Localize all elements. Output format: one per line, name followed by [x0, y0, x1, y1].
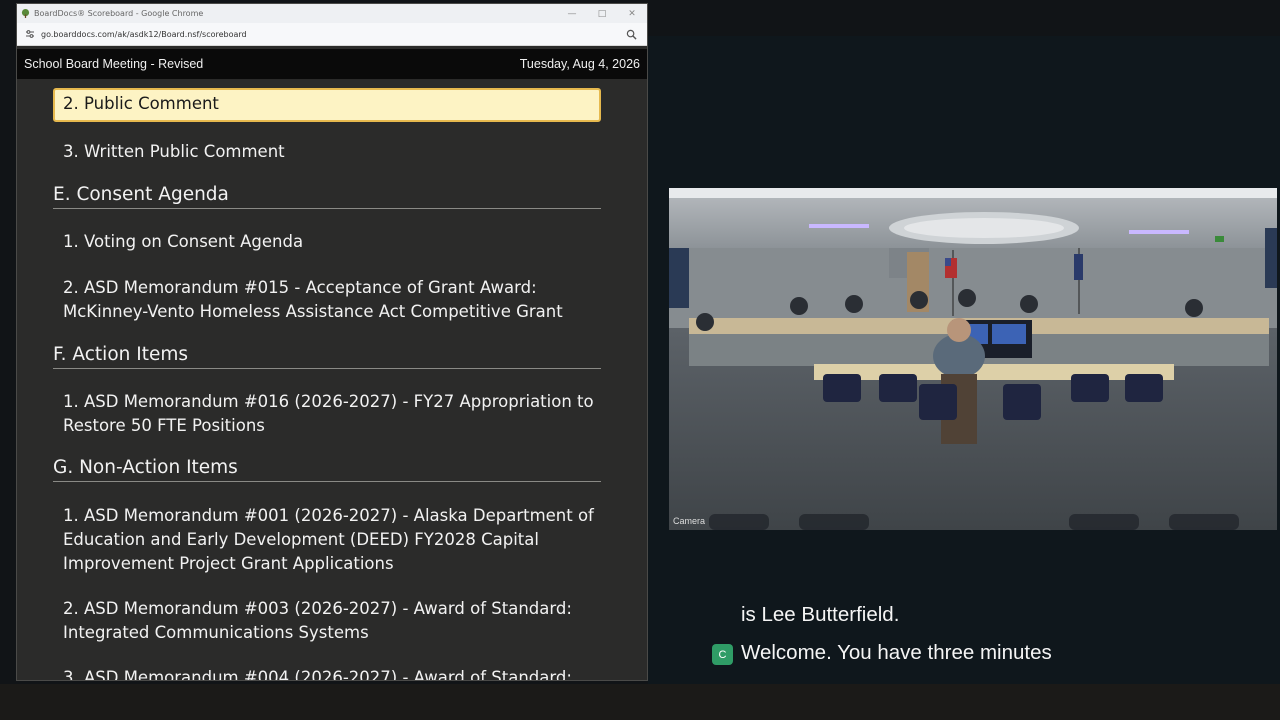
agenda-item-line: McKinney-Vento Homeless Assistance Act C…: [63, 302, 563, 321]
agenda-item-line: Education and Early Development (DEED) F…: [63, 530, 539, 549]
section-consent-agenda: E. Consent Agenda: [53, 184, 601, 209]
address-bar[interactable]: go.boarddocs.com/ak/asdk12/Board.nsf/sco…: [17, 23, 647, 46]
site-settings-icon[interactable]: [25, 29, 35, 39]
window-titlebar[interactable]: BoardDocs® Scoreboard - Google Chrome — …: [17, 4, 647, 23]
url-text[interactable]: go.boarddocs.com/ak/asdk12/Board.nsf/sco…: [41, 30, 626, 39]
agenda-item-memo-003[interactable]: 2. ASD Memorandum #003 (2026-2027) - Awa…: [63, 597, 572, 645]
close-icon[interactable]: ✕: [617, 9, 647, 19]
agenda-item-memo-016[interactable]: 1. ASD Memorandum #016 (2026-2027) - FY2…: [63, 390, 594, 438]
agenda-item-written-comment[interactable]: 3. Written Public Comment: [63, 140, 285, 164]
agenda-item-line: Integrated Communications Systems: [63, 623, 369, 642]
speaker-badge-icon: C: [712, 644, 733, 665]
meeting-date: Tuesday, Aug 4, 2026: [519, 57, 640, 71]
agenda-item-line: 1. ASD Memorandum #016 (2026-2027) - FY2…: [63, 392, 594, 411]
agenda-item-line: 2. ASD Memorandum #003 (2026-2027) - Awa…: [63, 599, 572, 618]
current-agenda-item-label: 2. Public Comment: [63, 94, 219, 113]
agenda-item-line: Improvement Project Grant Applications: [63, 554, 394, 573]
agenda-item-memo-015[interactable]: 2. ASD Memorandum #015 - Acceptance of G…: [63, 276, 563, 324]
camera-video-feed[interactable]: [669, 188, 1277, 530]
section-non-action-items: G. Non-Action Items: [53, 457, 601, 482]
minimize-icon[interactable]: —: [557, 9, 587, 19]
boarddocs-tree-icon: [21, 9, 30, 18]
current-agenda-item[interactable]: 2. Public Comment: [53, 88, 601, 122]
zoom-icon[interactable]: [626, 29, 637, 40]
agenda-item-line: 2. ASD Memorandum #015 - Acceptance of G…: [63, 278, 537, 297]
maximize-icon[interactable]: □: [587, 9, 617, 19]
boardroom-scene-image: [669, 188, 1277, 530]
window-title: BoardDocs® Scoreboard - Google Chrome: [34, 9, 204, 18]
agenda-item-memo-001[interactable]: 1. ASD Memorandum #001 (2026-2027) - Ala…: [63, 504, 594, 576]
agenda-list: 2. Public Comment 3. Written Public Comm…: [17, 79, 647, 680]
agenda-item-memo-004[interactable]: 3. ASD Memorandum #004 (2026-2027) - Awa…: [63, 666, 572, 680]
caption-line-1: is Lee Butterfield.: [741, 603, 900, 626]
agenda-item-voting-consent[interactable]: 1. Voting on Consent Agenda: [63, 230, 303, 254]
section-action-items: F. Action Items: [53, 344, 601, 369]
agenda-item-line: 1. ASD Memorandum #001 (2026-2027) - Ala…: [63, 506, 594, 525]
browser-window: BoardDocs® Scoreboard - Google Chrome — …: [16, 3, 648, 681]
bottom-band: [0, 684, 1280, 720]
caption-line-2: Welcome. You have three minutes: [741, 641, 1052, 664]
meeting-title: School Board Meeting - Revised: [24, 57, 204, 71]
agenda-item-line: Restore 50 FTE Positions: [63, 416, 265, 435]
scoreboard-header: School Board Meeting - Revised Tuesday, …: [17, 49, 647, 79]
camera-label: Camera: [673, 516, 706, 526]
